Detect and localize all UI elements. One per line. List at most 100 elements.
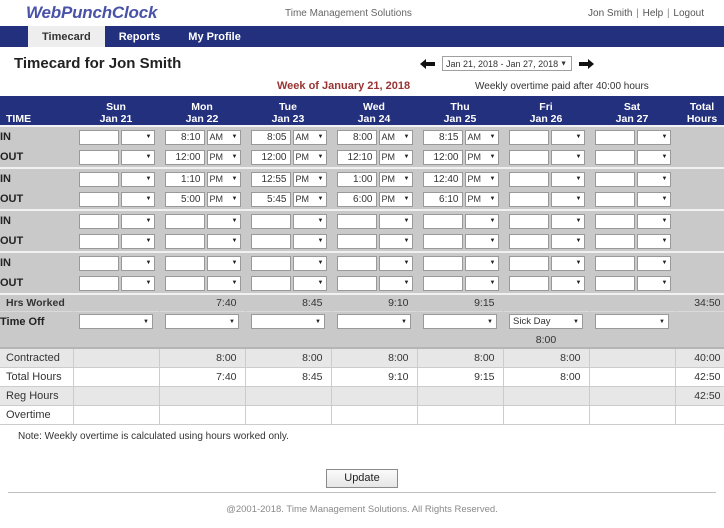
- meridiem-select[interactable]: ▼: [464, 255, 499, 271]
- meridiem-select[interactable]: PM ▼: [206, 149, 241, 165]
- meridiem-select[interactable]: ▼: [636, 191, 671, 207]
- punch-time-input[interactable]: [78, 129, 119, 145]
- meridiem-select[interactable]: AM ▼: [464, 129, 499, 145]
- meridiem-select[interactable]: ▼: [292, 275, 327, 291]
- tab-timecard[interactable]: Timecard: [28, 26, 105, 47]
- meridiem-select[interactable]: ▼: [378, 275, 413, 291]
- punch-time-input[interactable]: 12:00: [164, 149, 205, 165]
- punch-time-input[interactable]: [508, 255, 549, 271]
- punch-time-input[interactable]: [508, 275, 549, 291]
- time-off-select[interactable]: ▼: [595, 314, 669, 330]
- meridiem-select[interactable]: ▼: [206, 213, 241, 229]
- punch-time-input[interactable]: [250, 233, 291, 249]
- punch-time-input[interactable]: 6:10: [422, 191, 463, 207]
- meridiem-select[interactable]: ▼: [378, 255, 413, 271]
- meridiem-select[interactable]: ▼: [120, 213, 155, 229]
- time-off-select[interactable]: Sick Day ▼: [509, 314, 583, 330]
- meridiem-select[interactable]: PM ▼: [292, 191, 327, 207]
- meridiem-select[interactable]: ▼: [550, 275, 585, 291]
- meridiem-select[interactable]: PM ▼: [292, 149, 327, 165]
- time-off-select[interactable]: ▼: [79, 314, 153, 330]
- punch-time-input[interactable]: 5:00: [164, 191, 205, 207]
- meridiem-select[interactable]: ▼: [292, 233, 327, 249]
- punch-time-input[interactable]: [78, 191, 119, 207]
- punch-time-input[interactable]: [78, 149, 119, 165]
- meridiem-select[interactable]: ▼: [120, 129, 155, 145]
- punch-time-input[interactable]: [422, 213, 463, 229]
- punch-time-input[interactable]: [594, 233, 635, 249]
- tab-reports[interactable]: Reports: [105, 26, 175, 47]
- punch-time-input[interactable]: 1:10: [164, 171, 205, 187]
- meridiem-select[interactable]: ▼: [636, 255, 671, 271]
- meridiem-select[interactable]: ▼: [550, 129, 585, 145]
- punch-time-input[interactable]: 12:00: [250, 149, 291, 165]
- help-link[interactable]: Help: [643, 8, 664, 19]
- meridiem-select[interactable]: ▼: [550, 255, 585, 271]
- meridiem-select[interactable]: ▼: [292, 255, 327, 271]
- punch-time-input[interactable]: [336, 213, 377, 229]
- meridiem-select[interactable]: PM ▼: [464, 171, 499, 187]
- punch-time-input[interactable]: 8:10: [164, 129, 205, 145]
- punch-time-input[interactable]: [508, 129, 549, 145]
- punch-time-input[interactable]: [164, 213, 205, 229]
- meridiem-select[interactable]: PM ▼: [206, 191, 241, 207]
- punch-time-input[interactable]: 8:00: [336, 129, 377, 145]
- meridiem-select[interactable]: ▼: [120, 233, 155, 249]
- meridiem-select[interactable]: AM ▼: [292, 129, 327, 145]
- punch-time-input[interactable]: [336, 255, 377, 271]
- punch-time-input[interactable]: [594, 149, 635, 165]
- meridiem-select[interactable]: PM ▼: [206, 171, 241, 187]
- punch-time-input[interactable]: [78, 213, 119, 229]
- meridiem-select[interactable]: ▼: [636, 275, 671, 291]
- time-off-select[interactable]: ▼: [337, 314, 411, 330]
- meridiem-select[interactable]: ▼: [550, 149, 585, 165]
- punch-time-input[interactable]: 12:55: [250, 171, 291, 187]
- meridiem-select[interactable]: ▼: [120, 275, 155, 291]
- tab-my-profile[interactable]: My Profile: [174, 26, 255, 47]
- punch-time-input[interactable]: [250, 213, 291, 229]
- punch-time-input[interactable]: [336, 233, 377, 249]
- meridiem-select[interactable]: AM ▼: [378, 129, 413, 145]
- punch-time-input[interactable]: [78, 171, 119, 187]
- meridiem-select[interactable]: PM ▼: [464, 149, 499, 165]
- time-off-select[interactable]: ▼: [423, 314, 497, 330]
- meridiem-select[interactable]: ▼: [120, 255, 155, 271]
- time-off-select[interactable]: ▼: [251, 314, 325, 330]
- meridiem-select[interactable]: ▼: [292, 213, 327, 229]
- punch-time-input[interactable]: [422, 275, 463, 291]
- punch-time-input[interactable]: [78, 255, 119, 271]
- week-range-select[interactable]: Jan 21, 2018 - Jan 27, 2018 ▼: [442, 56, 572, 71]
- meridiem-select[interactable]: PM ▼: [464, 191, 499, 207]
- meridiem-select[interactable]: ▼: [206, 233, 241, 249]
- meridiem-select[interactable]: ▼: [550, 171, 585, 187]
- meridiem-select[interactable]: PM ▼: [378, 191, 413, 207]
- meridiem-select[interactable]: AM ▼: [206, 129, 241, 145]
- punch-time-input[interactable]: [164, 255, 205, 271]
- meridiem-select[interactable]: ▼: [464, 233, 499, 249]
- punch-time-input[interactable]: [508, 149, 549, 165]
- meridiem-select[interactable]: ▼: [636, 213, 671, 229]
- punch-time-input[interactable]: [422, 255, 463, 271]
- meridiem-select[interactable]: ▼: [550, 191, 585, 207]
- punch-time-input[interactable]: [594, 275, 635, 291]
- next-week-arrow-icon[interactable]: [578, 57, 595, 71]
- logout-link[interactable]: Logout: [673, 8, 704, 19]
- punch-time-input[interactable]: [508, 233, 549, 249]
- punch-time-input[interactable]: [594, 171, 635, 187]
- punch-time-input[interactable]: [250, 255, 291, 271]
- meridiem-select[interactable]: ▼: [378, 213, 413, 229]
- punch-time-input[interactable]: [594, 255, 635, 271]
- punch-time-input[interactable]: 8:05: [250, 129, 291, 145]
- prev-week-arrow-icon[interactable]: [419, 57, 436, 71]
- punch-time-input[interactable]: [336, 275, 377, 291]
- punch-time-input[interactable]: 8:15: [422, 129, 463, 145]
- meridiem-select[interactable]: ▼: [120, 149, 155, 165]
- meridiem-select[interactable]: ▼: [464, 213, 499, 229]
- punch-time-input[interactable]: 12:40: [422, 171, 463, 187]
- punch-time-input[interactable]: 1:00: [336, 171, 377, 187]
- punch-time-input[interactable]: [164, 275, 205, 291]
- meridiem-select[interactable]: ▼: [636, 129, 671, 145]
- punch-time-input[interactable]: [508, 213, 549, 229]
- punch-time-input[interactable]: 12:00: [422, 149, 463, 165]
- punch-time-input[interactable]: 12:10: [336, 149, 377, 165]
